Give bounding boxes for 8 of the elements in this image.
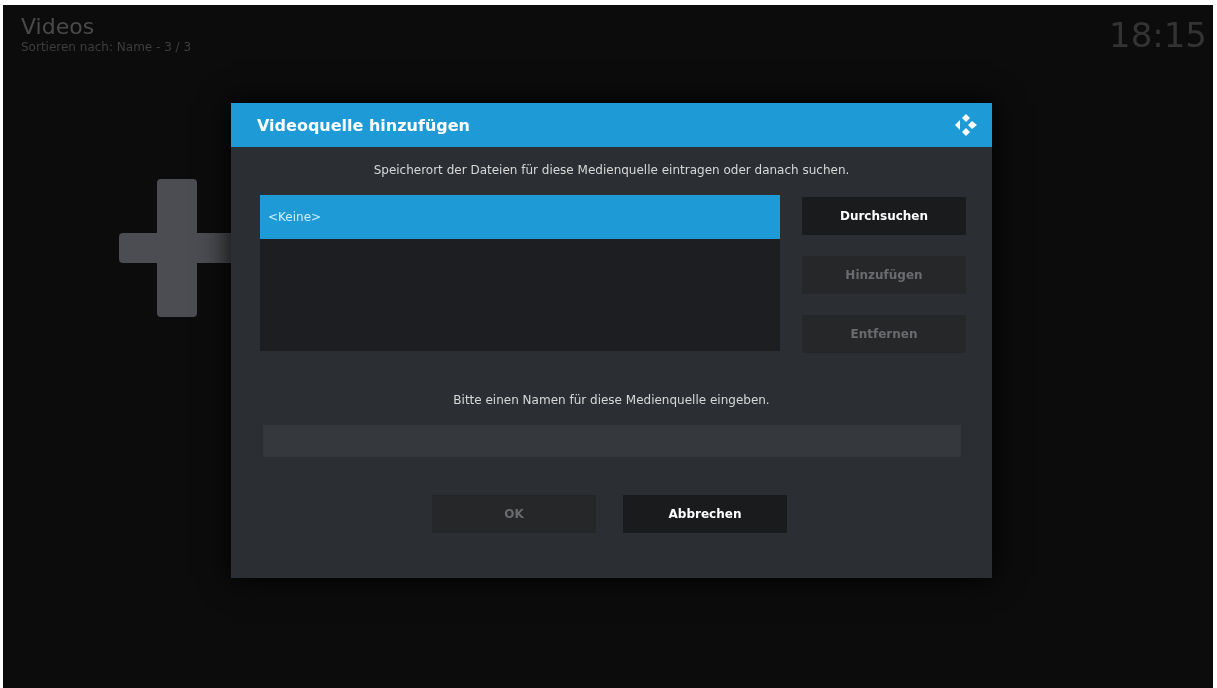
instruction-text: Speicherort der Dateien für diese Medienquelle eintragen oder danach suchen.: [372, 163, 851, 177]
dialog-title: Videoquelle hinzufügen: [257, 115, 470, 135]
name-prompt: Bitte einen Namen für diese Medienquelle eingeben.: [452, 393, 771, 407]
logo-icon: [954, 113, 978, 137]
action-button[interactable]: Durchsuchen: [802, 197, 966, 235]
dialog-button[interactable]: Abbrechen: [623, 495, 787, 533]
page-title: Videos: [21, 15, 96, 39]
source-item[interactable]: <Keine>: [260, 195, 780, 239]
